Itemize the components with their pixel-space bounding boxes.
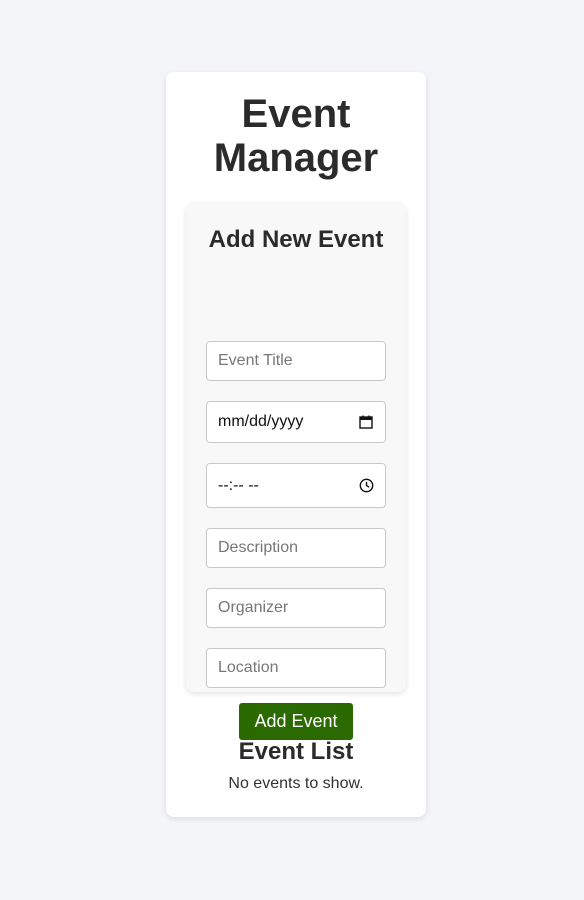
empty-list-message: No events to show. <box>228 775 364 792</box>
location-placeholder: Location <box>218 659 279 676</box>
organizer-input[interactable]: Organizer <box>206 588 386 628</box>
clock-icon[interactable] <box>358 478 374 494</box>
organizer-placeholder: Organizer <box>218 599 289 616</box>
event-title-input[interactable]: Event Title <box>206 341 386 381</box>
event-list-title: Event List <box>238 738 354 765</box>
form-title: Add New Event <box>208 226 384 253</box>
description-placeholder: Description <box>218 539 299 556</box>
add-event-form: Add New Event Event Title mm/dd/yyyy --:… <box>186 202 406 740</box>
time-input[interactable]: --:-- -- <box>206 463 386 508</box>
time-value: --:-- -- <box>218 476 259 494</box>
app-card: Event Manager Add New Event Event Title … <box>166 72 426 817</box>
date-input[interactable]: mm/dd/yyyy <box>206 401 386 443</box>
date-value: mm/dd/yyyy <box>218 413 304 430</box>
event-title-placeholder: Event Title <box>218 352 293 369</box>
description-input[interactable]: Description <box>206 528 386 568</box>
page-title: Event Manager <box>213 92 379 180</box>
calendar-icon[interactable] <box>358 414 374 430</box>
add-event-button[interactable]: Add Event <box>239 703 353 740</box>
location-input[interactable]: Location <box>206 648 386 688</box>
